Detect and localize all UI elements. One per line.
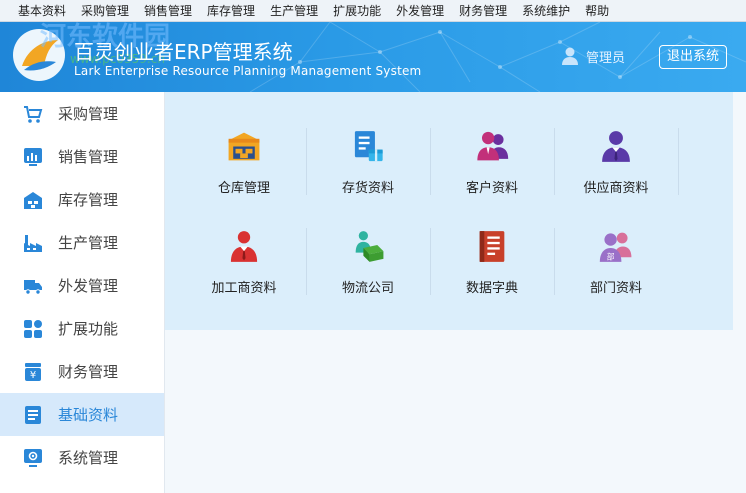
grid-icon bbox=[22, 318, 44, 340]
basic-data-panel: 仓库管理 存货资料 客户资料 供应商资料 加工商资料 物流公司 数据字典 部 部… bbox=[165, 92, 733, 330]
sidebar-item-label: 库存管理 bbox=[58, 191, 119, 209]
tile-warehouse[interactable]: 仓库管理 bbox=[182, 96, 306, 196]
sidebar-item-label: 外发管理 bbox=[58, 277, 119, 295]
sidebar-item-label: 系统管理 bbox=[58, 449, 119, 467]
truck-icon bbox=[22, 275, 44, 297]
tile-customer-data[interactable]: 客户资料 bbox=[430, 96, 554, 196]
user-name: 管理员 bbox=[586, 50, 626, 66]
menu-inventory[interactable]: 库存管理 bbox=[207, 2, 255, 19]
sidebar-item-production[interactable]: 生产管理 bbox=[0, 221, 164, 264]
sidebar-item-label: 生产管理 bbox=[58, 234, 119, 252]
tile-label: 数据字典 bbox=[465, 281, 518, 296]
tile-label: 物流公司 bbox=[341, 281, 394, 296]
sidebar-item-finance[interactable]: ¥ 财务管理 bbox=[0, 350, 164, 393]
tile-label: 部门资料 bbox=[589, 281, 642, 296]
document-icon bbox=[22, 404, 44, 426]
logistics-icon bbox=[355, 231, 384, 262]
sidebar-item-label: 采购管理 bbox=[58, 105, 119, 123]
monitor-gear-icon bbox=[22, 447, 44, 469]
dictionary-icon bbox=[479, 231, 505, 262]
app-subtitle: Lark Enterprise Resource Planning Manage… bbox=[74, 64, 422, 78]
tile-separator bbox=[678, 128, 679, 195]
menu-bar: 基本资料 采购管理 销售管理 库存管理 生产管理 扩展功能 外发管理 财务管理 … bbox=[0, 0, 746, 22]
supplier-icon bbox=[602, 131, 630, 162]
sidebar: 采购管理 销售管理 库存管理 生产管理 外发管理 扩展功能 ¥ 财务管理 基础资… bbox=[0, 92, 165, 493]
app-title: 百灵创业者ERP管理系统 bbox=[74, 40, 293, 64]
header-banner: 河东软件园 www.pc0359.cn 百灵创业者ERP管理系统 Lark En… bbox=[0, 22, 746, 92]
tile-data-dictionary[interactable]: 数据字典 bbox=[430, 196, 554, 296]
tile-processor-data[interactable]: 加工商资料 bbox=[182, 196, 306, 296]
yuan-icon: ¥ bbox=[22, 361, 44, 383]
menu-finance[interactable]: 财务管理 bbox=[459, 2, 507, 19]
user-info: 管理员 bbox=[560, 46, 625, 66]
sales-chart-icon bbox=[22, 146, 44, 168]
tile-inventory-data[interactable]: 存货资料 bbox=[306, 96, 430, 196]
sidebar-item-extensions[interactable]: 扩展功能 bbox=[0, 307, 164, 350]
inventory-doc-icon bbox=[354, 131, 383, 162]
cart-icon bbox=[22, 103, 44, 125]
tile-label: 仓库管理 bbox=[217, 181, 270, 196]
tile-label: 供应商资料 bbox=[583, 181, 649, 196]
sidebar-item-outsourcing[interactable]: 外发管理 bbox=[0, 264, 164, 307]
menu-sales[interactable]: 销售管理 bbox=[144, 2, 192, 19]
menu-production[interactable]: 生产管理 bbox=[270, 2, 318, 19]
factory-icon bbox=[22, 232, 44, 254]
user-icon bbox=[562, 47, 578, 65]
sidebar-item-basic-data[interactable]: 基础资料 bbox=[0, 393, 164, 436]
menu-extensions[interactable]: 扩展功能 bbox=[333, 2, 381, 19]
department-icon-text: 部 bbox=[607, 252, 615, 262]
menu-system-maintenance[interactable]: 系统维护 bbox=[522, 2, 570, 19]
sidebar-item-label: 扩展功能 bbox=[58, 320, 119, 338]
tile-label: 存货资料 bbox=[341, 181, 394, 196]
tile-department-data[interactable]: 部 部门资料 bbox=[554, 196, 678, 296]
sidebar-item-label: 财务管理 bbox=[58, 363, 119, 381]
svg-text:¥: ¥ bbox=[30, 370, 36, 381]
customers-icon bbox=[477, 131, 509, 161]
sidebar-item-sales[interactable]: 销售管理 bbox=[0, 135, 164, 178]
tile-logistics-company[interactable]: 物流公司 bbox=[306, 196, 430, 296]
processor-icon bbox=[230, 231, 258, 262]
warehouse-icon bbox=[228, 132, 260, 161]
tile-label: 客户资料 bbox=[465, 181, 518, 196]
menu-purchase[interactable]: 采购管理 bbox=[81, 2, 129, 19]
logout-button[interactable]: 退出系统 bbox=[659, 45, 727, 69]
menu-basic-data[interactable]: 基本资料 bbox=[18, 2, 66, 19]
sidebar-item-label: 基础资料 bbox=[58, 406, 119, 424]
sidebar-item-label: 销售管理 bbox=[58, 148, 119, 166]
tile-label: 加工商资料 bbox=[211, 281, 277, 296]
sidebar-item-purchase[interactable]: 采购管理 bbox=[0, 92, 164, 135]
sidebar-item-system[interactable]: 系统管理 bbox=[0, 436, 164, 479]
sidebar-item-inventory[interactable]: 库存管理 bbox=[0, 178, 164, 221]
menu-help[interactable]: 帮助 bbox=[585, 2, 609, 19]
menu-outsourcing[interactable]: 外发管理 bbox=[396, 2, 444, 19]
department-icon: 部 bbox=[599, 232, 632, 262]
tile-supplier-data[interactable]: 供应商资料 bbox=[554, 96, 678, 196]
warehouse-icon bbox=[22, 189, 44, 211]
